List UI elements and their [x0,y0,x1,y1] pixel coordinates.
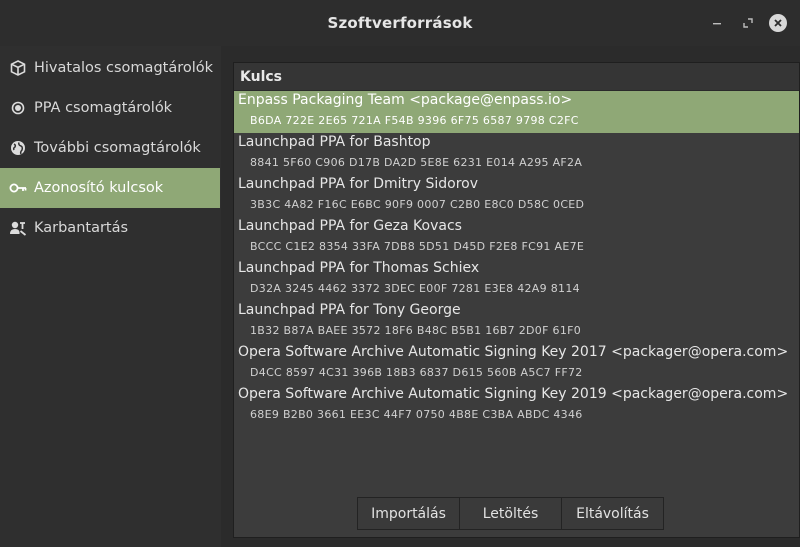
maintenance-icon [2,220,34,236]
sidebar-item-label: További csomagtárolók [34,140,201,156]
key-fingerprint: 8841 5F60 C906 D17B DA2D 5E8E 6231 E014 … [250,156,583,169]
key-row[interactable]: Launchpad PPA for Thomas Schiex D32A 324… [234,259,799,301]
sidebar-item-label: Karbantartás [34,220,129,236]
sidebar-item-label: Azonosító kulcsok [34,180,164,196]
sidebar-item-additional-repos[interactable]: További csomagtárolók [0,128,220,168]
minimize-icon [713,23,721,25]
keys-panel: Kulcs Enpass Packaging Team <package@enp… [233,62,800,538]
action-button-bar: Importálás Letöltés Eltávolítás [357,497,664,531]
sidebar-item-maintenance[interactable]: Karbantartás [0,208,220,248]
key-name: Enpass Packaging Team <package@enpass.io… [238,92,573,108]
key-name: Launchpad PPA for Bashtop [238,134,431,150]
key-name: Launchpad PPA for Geza Kovacs [238,218,462,234]
key-row[interactable]: Opera Software Archive Automatic Signing… [234,385,799,427]
maximize-button[interactable] [738,13,758,33]
key-fingerprint: D4CC 8597 4C31 396B 18B3 6837 D615 560B … [250,366,583,379]
close-button[interactable] [769,14,787,32]
maximize-icon [743,18,753,28]
remove-button[interactable]: Eltávolítás [562,497,664,530]
download-button[interactable]: Letöltés [460,497,562,530]
key-name: Launchpad PPA for Tony George [238,302,461,318]
globe-icon [2,140,34,156]
sidebar-item-official-repos[interactable]: Hivatalos csomagtárolók [0,48,220,88]
key-name: Opera Software Archive Automatic Signing… [238,344,789,360]
key-fingerprint: 3B3C 4A82 F16C E6BC 90F9 0007 C2B0 E8C0 … [250,198,585,211]
key-row[interactable]: Launchpad PPA for Tony George 1B32 B87A … [234,301,799,343]
sidebar-item-ppa-repos[interactable]: PPA csomagtárolók [0,88,220,128]
key-fingerprint: BCCC C1E2 8354 33FA 7DB8 5D51 D45D F2E8 … [250,240,585,253]
title-bar: Szoftverforrások [0,0,800,46]
main-content: Kulcs Enpass Packaging Team <package@enp… [221,46,800,547]
window-title: Szoftverforrások [327,14,473,32]
sidebar-item-label: Hivatalos csomagtárolók [34,60,214,76]
key-row[interactable]: Enpass Packaging Team <package@enpass.io… [234,91,799,133]
column-header-key[interactable]: Kulcs [234,63,799,91]
key-row[interactable]: Launchpad PPA for Dmitry Sidorov 3B3C 4A… [234,175,799,217]
key-fingerprint: B6DA 722E 2E65 721A F54B 9396 6F75 6587 … [250,114,579,127]
ppa-icon [2,101,34,115]
sidebar-item-label: PPA csomagtárolók [34,100,173,116]
key-name: Opera Software Archive Automatic Signing… [238,386,789,402]
import-button[interactable]: Importálás [357,497,460,530]
key-list[interactable]: Enpass Packaging Team <package@enpass.io… [234,91,799,427]
key-icon [2,182,34,194]
key-fingerprint: 68E9 B2B0 3661 EE3C 44F7 0750 4B8E C3BA … [250,408,583,421]
key-name: Launchpad PPA for Dmitry Sidorov [238,176,479,192]
sidebar: Hivatalos csomagtárolók PPA csomagtároló… [0,46,220,547]
key-row[interactable]: Launchpad PPA for Geza Kovacs BCCC C1E2 … [234,217,799,259]
key-fingerprint: D32A 3245 4462 3372 3DEC E00F 7281 E3E8 … [250,282,580,295]
minimize-button[interactable] [707,13,727,33]
key-name: Launchpad PPA for Thomas Schiex [238,260,480,276]
package-icon [2,60,34,76]
key-row[interactable]: Opera Software Archive Automatic Signing… [234,343,799,385]
sidebar-item-auth-keys[interactable]: Azonosító kulcsok [0,168,220,208]
key-fingerprint: 1B32 B87A BAEE 3572 18F6 B48C B5B1 16B7 … [250,324,582,337]
key-row[interactable]: Launchpad PPA for Bashtop 8841 5F60 C906… [234,133,799,175]
close-icon [774,19,782,27]
